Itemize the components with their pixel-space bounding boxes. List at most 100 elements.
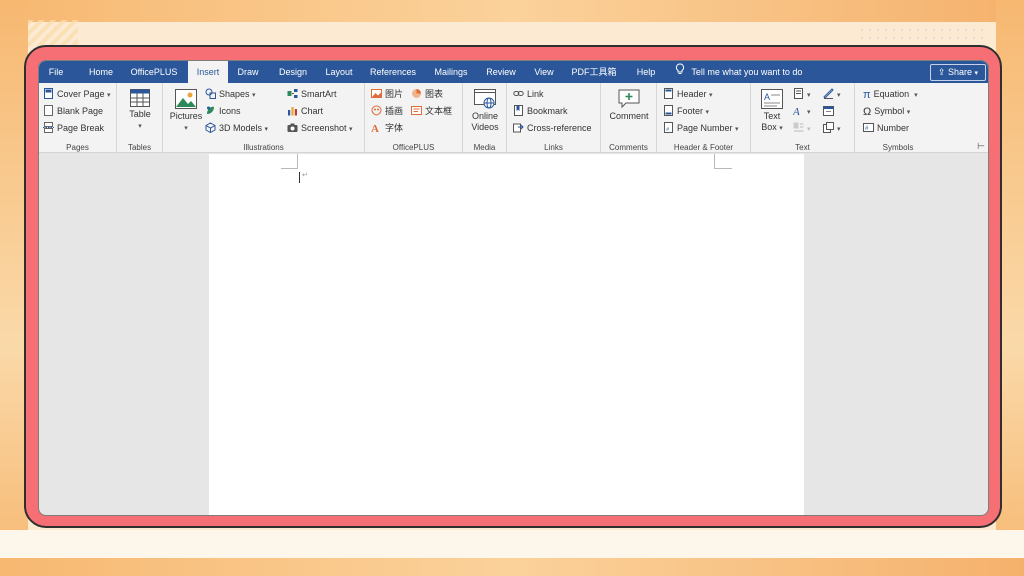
chart-button[interactable]: Chart	[287, 104, 323, 119]
svg-text:A: A	[371, 123, 379, 133]
footer-icon	[664, 105, 673, 117]
drop-cap-button: ▾	[793, 121, 811, 136]
symbol-button[interactable]: Ω Symbol ▾	[863, 104, 910, 119]
pictures-icon	[175, 89, 197, 109]
tab-review[interactable]: Review	[482, 61, 520, 83]
share-button[interactable]: ⇪ Share ▾	[930, 64, 986, 81]
tab-officeplus[interactable]: OfficePLUS	[127, 61, 181, 83]
footer-label: Footer	[677, 106, 704, 116]
group-label-illustrations: Illustrations	[243, 143, 284, 152]
tab-draw[interactable]: Draw	[232, 61, 264, 83]
group-text: A Text Box ▾ ▾ A ▾ ▾ ▾ ▾ Text	[751, 83, 855, 153]
officeplus-chart-button[interactable]: 图表	[411, 87, 443, 102]
bookmark-button[interactable]: Bookmark	[513, 104, 568, 119]
camera-icon	[287, 123, 298, 133]
officeplus-picture-button[interactable]: 图片	[371, 87, 403, 102]
tab-references[interactable]: References	[367, 61, 419, 83]
lightbulb-icon	[675, 61, 689, 83]
officeplus-illustration-label: 插画	[385, 106, 404, 116]
crop-mark-top-left-v	[297, 154, 298, 168]
bookmark-icon	[514, 105, 523, 117]
number-button[interactable]: # Number	[863, 121, 909, 136]
icons-button[interactable]: Icons	[205, 104, 241, 119]
blank-page-button[interactable]: Blank Page	[43, 104, 103, 119]
tab-mailings[interactable]: Mailings	[428, 61, 474, 83]
tab-view[interactable]: View	[530, 61, 558, 83]
group-header-footer: Header ▾ Footer ▾ # Page Number ▾ Header …	[657, 83, 751, 153]
smartart-button[interactable]: SmartArt	[287, 87, 337, 102]
cross-reference-button[interactable]: Cross-reference	[513, 121, 592, 136]
icons-icon	[207, 106, 214, 115]
chevron-down-icon: ▾	[349, 126, 353, 133]
tell-me-search[interactable]: Tell me what you want to do	[675, 61, 802, 83]
crop-mark-top-right-v	[714, 154, 715, 168]
smartart-icon	[287, 89, 298, 99]
group-label-tables: Tables	[127, 143, 152, 152]
tab-home[interactable]: Home	[82, 61, 120, 83]
3d-models-label: 3D Models	[219, 123, 263, 133]
text-box-button[interactable]: A Text Box ▾	[757, 89, 787, 134]
screenshot-label: Screenshot	[301, 123, 347, 133]
crop-mark-top-right-h	[714, 168, 732, 169]
link-button[interactable]: Link	[513, 87, 544, 102]
cover-page-label: Cover Page	[57, 89, 105, 99]
header-button[interactable]: Header ▾	[663, 87, 713, 102]
cross-reference-icon	[513, 123, 524, 133]
object-button[interactable]: ▾	[823, 121, 841, 136]
group-label-symbols: Symbols	[882, 143, 914, 152]
document-page[interactable]: ↵	[209, 154, 804, 515]
cover-page-button[interactable]: Cover Page ▾	[43, 87, 111, 102]
chevron-down-icon: ▾	[735, 126, 739, 133]
paragraph-mark-icon: ↵	[302, 172, 308, 179]
header-icon	[664, 88, 673, 100]
online-video-icon	[474, 89, 496, 109]
equation-button[interactable]: π Equation ▾	[863, 87, 918, 102]
table-button[interactable]: Table ▾	[123, 89, 157, 132]
pictures-button[interactable]: Pictures ▾	[169, 89, 203, 134]
officeplus-textbox-button[interactable]: 文本框	[411, 104, 452, 119]
object-icon	[823, 122, 834, 134]
online-videos-button[interactable]: Online Videos	[465, 89, 505, 133]
tell-me-text: Tell me what you want to do	[691, 67, 803, 77]
ribbon-insert: Cover Page ▾ Blank Page Page Break Pages…	[39, 83, 988, 153]
officeplus-font-button[interactable]: A 字体	[371, 121, 403, 136]
group-pages: Cover Page ▾ Blank Page Page Break Pages	[39, 83, 117, 153]
online-videos-label-2: Videos	[471, 122, 499, 132]
group-label-officeplus: OfficePLUS	[392, 143, 435, 152]
wordart-button[interactable]: A ▾	[793, 104, 811, 119]
signature-line-button[interactable]: ▾	[823, 87, 841, 102]
shapes-button[interactable]: Shapes ▾	[205, 87, 256, 102]
tab-pdf-toolbox[interactable]: PDF工具箱	[566, 61, 622, 83]
pictures-label: Pictures	[169, 111, 203, 121]
3d-models-button[interactable]: 3D Models ▾	[205, 121, 268, 136]
pie-chart-icon	[412, 89, 421, 99]
screenshot-button[interactable]: Screenshot ▾	[287, 121, 353, 136]
date-time-button[interactable]	[823, 104, 837, 119]
tab-layout[interactable]: Layout	[321, 61, 357, 83]
tab-insert[interactable]: Insert	[188, 61, 228, 83]
blank-page-label: Blank Page	[57, 106, 104, 116]
cube-icon	[205, 122, 216, 134]
page-number-label: Page Number	[677, 123, 733, 133]
svg-text:A: A	[793, 106, 800, 116]
top-decor-band	[0, 0, 1024, 46]
textbox-icon	[411, 106, 422, 116]
chevron-down-icon: ▾	[914, 92, 918, 99]
pin-ribbon-icon[interactable]: ⊢	[977, 141, 985, 152]
chevron-down-icon: ▾	[807, 92, 811, 99]
quick-parts-button[interactable]: ▾	[793, 87, 811, 102]
group-comments: Comment Comments	[601, 83, 657, 153]
tab-help[interactable]: Help	[631, 61, 661, 83]
comment-button[interactable]: Comment	[605, 89, 653, 122]
tab-file[interactable]: File	[41, 61, 71, 83]
bookmark-label: Bookmark	[527, 106, 568, 116]
page-break-button[interactable]: Page Break	[43, 121, 104, 136]
font-icon: A	[371, 123, 379, 133]
officeplus-illustration-button[interactable]: 插画	[371, 104, 403, 119]
tab-design[interactable]: Design	[274, 61, 312, 83]
page-number-button[interactable]: # Page Number ▾	[663, 121, 739, 136]
header-label: Header	[677, 89, 707, 99]
table-icon	[130, 89, 150, 107]
footer-button[interactable]: Footer ▾	[663, 104, 709, 119]
text-box-label-2: Box	[761, 122, 777, 132]
